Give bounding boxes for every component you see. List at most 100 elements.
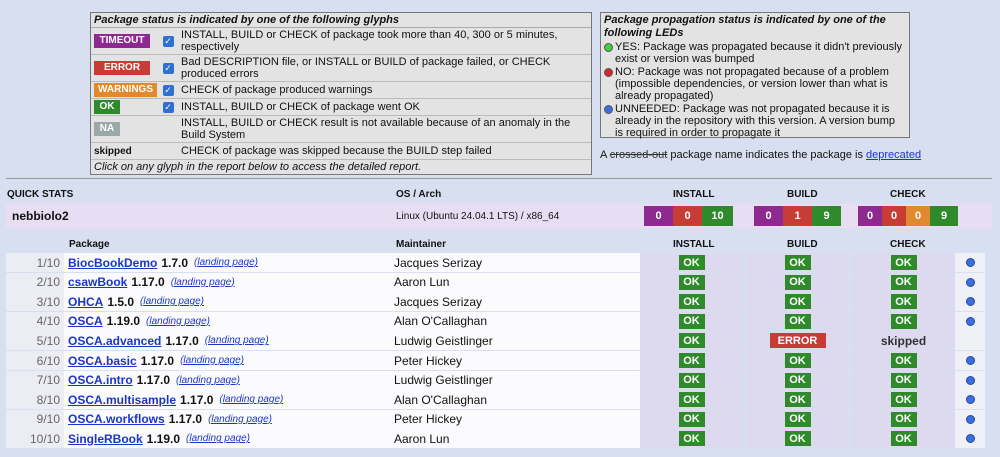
blue-led-icon[interactable]	[965, 395, 975, 405]
build-ok-glyph[interactable]: OK	[784, 431, 811, 447]
package-name-link[interactable]: OSCA.intro	[68, 373, 133, 387]
blue-led-icon[interactable]	[965, 414, 975, 424]
package-name-link[interactable]: OSCA.basic	[68, 354, 137, 368]
table-row: 8/10 OSCA.multisample 1.17.0 (landing page)…	[6, 390, 992, 410]
install-ok-glyph[interactable]: OK	[678, 313, 705, 329]
table-row: 4/10 OSCA 1.19.0 (landing page) Alan O'Calla…	[6, 311, 992, 331]
build-ok-count[interactable]: 9	[812, 206, 841, 226]
build-timeout-count[interactable]: 0	[754, 206, 783, 226]
check-skipped-glyph[interactable]: skipped	[881, 334, 926, 348]
check-ok-glyph[interactable]: OK	[890, 431, 917, 447]
blue-led-icon[interactable]	[965, 277, 975, 287]
install-timeout-count[interactable]: 0	[644, 206, 673, 226]
check-counts: 0 0 0 9	[858, 206, 958, 226]
maintainer-cell: Peter Hickey	[390, 351, 640, 370]
install-ok-glyph[interactable]: OK	[678, 411, 705, 427]
package-name-link[interactable]: OHCA	[68, 295, 103, 309]
ok-glyph: OK	[94, 100, 120, 114]
landing-page-link[interactable]: (landing page)	[205, 335, 269, 346]
check-ok-glyph[interactable]: OK	[890, 294, 917, 310]
check-timeout-count[interactable]: 0	[858, 206, 882, 226]
warnings-filter-checkbox[interactable]: ✓	[162, 84, 174, 96]
build-ok-glyph[interactable]: OK	[784, 313, 811, 329]
maintainer-cell: Alan O'Callaghan	[390, 390, 640, 410]
blue-led-icon[interactable]	[965, 434, 975, 444]
build-error-count[interactable]: 1	[783, 206, 812, 226]
check-ok-glyph[interactable]: OK	[890, 411, 917, 427]
check-ok-glyph[interactable]: OK	[890, 255, 917, 270]
install-error-count[interactable]: 0	[673, 206, 702, 226]
landing-page-link[interactable]: (landing page)	[180, 355, 244, 366]
install-ok-glyph[interactable]: OK	[678, 255, 705, 270]
install-ok-glyph[interactable]: OK	[678, 274, 705, 290]
deprecated-link[interactable]: deprecated	[866, 149, 921, 161]
os-arch: Linux (Ubuntu 24.04.1 LTS) / x86_64	[396, 210, 560, 222]
install-ok-glyph[interactable]: OK	[678, 431, 705, 447]
propagation-led-cell	[955, 351, 985, 370]
package-name-link[interactable]: OSCA.multisample	[68, 393, 176, 407]
install-ok-glyph[interactable]: OK	[678, 294, 705, 310]
blue-led-icon[interactable]	[965, 297, 975, 307]
package-version: 1.17.0	[140, 353, 175, 368]
build-ok-glyph[interactable]: OK	[784, 294, 811, 310]
package-name-link[interactable]: csawBook	[68, 275, 127, 289]
package-name-link[interactable]: OSCA	[68, 314, 103, 328]
landing-page-link[interactable]: (landing page)	[194, 257, 258, 268]
check-error-count[interactable]: 0	[882, 206, 906, 226]
skipped-glyph: skipped	[94, 145, 132, 157]
check-ok-glyph[interactable]: OK	[890, 313, 917, 329]
propagation-item-no: NO: Package was not propagated because o…	[601, 66, 909, 102]
package-table-header: Package Maintainer INSTALL BUILD CHECK	[0, 239, 1000, 251]
landing-page-link[interactable]: (landing page)	[146, 316, 210, 327]
check-status-cell: skipped	[852, 331, 955, 351]
build-ok-glyph[interactable]: OK	[784, 372, 811, 388]
build-ok-glyph[interactable]: OK	[784, 353, 811, 368]
package-version: 1.19.0	[106, 314, 141, 329]
install-ok-glyph[interactable]: OK	[678, 372, 705, 388]
check-warnings-count[interactable]: 0	[906, 206, 930, 226]
install-ok-glyph[interactable]: OK	[678, 333, 705, 349]
landing-page-link[interactable]: (landing page)	[176, 375, 240, 386]
row-index: 5/10	[6, 331, 64, 351]
landing-page-link[interactable]: (landing page)	[171, 277, 235, 288]
error-filter-checkbox[interactable]: ✓	[162, 62, 174, 74]
check-ok-glyph[interactable]: OK	[890, 392, 917, 408]
ok-filter-checkbox[interactable]: ✓	[162, 101, 174, 113]
propagation-led-cell	[955, 311, 985, 331]
blue-led-icon[interactable]	[965, 356, 975, 365]
build-ok-glyph[interactable]: OK	[784, 274, 811, 290]
build-ok-glyph[interactable]: OK	[784, 411, 811, 427]
landing-page-link[interactable]: (landing page)	[140, 296, 204, 307]
landing-page-link[interactable]: (landing page)	[208, 414, 272, 425]
check-status-cell: OK	[852, 272, 955, 292]
check-status-cell: OK	[852, 292, 955, 312]
row-index: 9/10	[6, 409, 64, 429]
package-column-header: Package	[69, 239, 110, 250]
blue-led-icon[interactable]	[965, 316, 975, 326]
check-ok-glyph[interactable]: OK	[890, 274, 917, 290]
install-status-cell: OK	[640, 409, 743, 429]
install-ok-count[interactable]: 10	[702, 206, 733, 226]
landing-page-link[interactable]: (landing page)	[219, 394, 283, 405]
blue-led-icon[interactable]	[965, 375, 975, 385]
package-name-link[interactable]: OSCA.workflows	[68, 412, 165, 426]
package-name-link[interactable]: BiocBookDemo	[68, 256, 157, 270]
install-ok-glyph[interactable]: OK	[678, 353, 705, 368]
install-status-cell: OK	[640, 370, 743, 390]
check-ok-glyph[interactable]: OK	[890, 353, 917, 368]
package-cell: csawBook 1.17.0 (landing page)	[64, 272, 390, 292]
table-row: 10/10 SingleRBook 1.19.0 (landing page) Aaro…	[6, 429, 992, 449]
na-glyph: NA	[94, 122, 120, 136]
install-ok-glyph[interactable]: OK	[678, 392, 705, 408]
timeout-filter-checkbox[interactable]: ✓	[162, 35, 174, 47]
build-error-glyph[interactable]: ERROR	[769, 333, 826, 349]
build-ok-glyph[interactable]: OK	[784, 392, 811, 408]
package-name-link[interactable]: OSCA.advanced	[68, 334, 161, 348]
build-ok-glyph[interactable]: OK	[784, 255, 811, 270]
blue-led-icon[interactable]	[965, 258, 975, 267]
check-ok-count[interactable]: 9	[930, 206, 958, 226]
package-name-link[interactable]: SingleRBook	[68, 432, 143, 446]
check-ok-glyph[interactable]: OK	[890, 372, 917, 388]
package-version: 1.7.0	[161, 255, 189, 270]
landing-page-link[interactable]: (landing page)	[186, 433, 250, 444]
